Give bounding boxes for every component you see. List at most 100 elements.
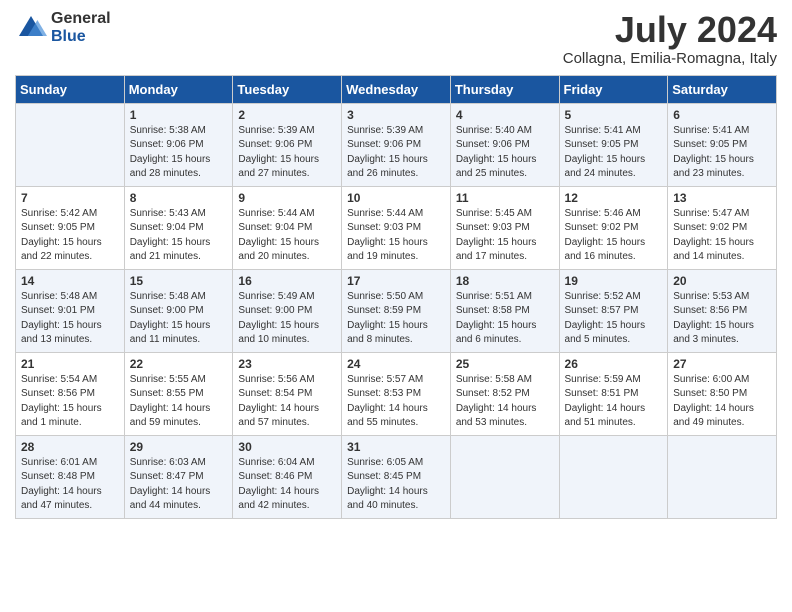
day-cell: 4Sunrise: 5:40 AM Sunset: 9:06 PM Daylig… [450, 103, 559, 186]
day-number: 29 [130, 440, 228, 454]
day-cell: 25 Sunrise: 5:58 AM Sunset: 8:52 PM Dayli… [450, 352, 559, 435]
col-wednesday: Wednesday [342, 75, 451, 103]
col-thursday: Thursday [450, 75, 559, 103]
day-number: 3 [347, 108, 445, 122]
day-cell: 7 Sunrise: 5:42 AM Sunset: 9:05 PM Daylig… [16, 186, 125, 269]
day-cell: 21Sunrise: 5:54 AM Sunset: 8:56 PM Dayli… [16, 352, 125, 435]
day-info: Sunrise: 6:00 AM Sunset: 8:50 PM Dayligh… [673, 373, 771, 431]
day-cell: 15 Sunrise: 5:48 AM Sunset: 9:00 PM Dayli… [124, 269, 233, 352]
day-number: 8 [130, 191, 228, 205]
col-friday: Friday [559, 75, 668, 103]
day-number: 5 [565, 108, 663, 122]
day-number: 16 [238, 274, 336, 288]
day-cell: 10 Sunrise: 5:44 AM Sunset: 9:03 PM Dayli… [342, 186, 451, 269]
day-cell: 28 Sunrise: 6:01 AM Sunset: 8:48 PM Dayli… [16, 435, 125, 518]
day-info: Sunrise: 5:59 AM Sunset: 8:51 PM Dayligh… [565, 373, 663, 431]
day-number: 6 [673, 108, 771, 122]
calendar-container: General Blue July 2024 Collagna, Emilia-… [0, 0, 792, 534]
day-info: Sunrise: 5:39 AM Sunset: 9:06 PM Dayligh… [347, 124, 445, 182]
day-info: Sunrise: 5:46 AM Sunset: 9:02 PM Dayligh… [565, 207, 663, 265]
week-row-1: 7 Sunrise: 5:42 AM Sunset: 9:05 PM Daylig… [16, 186, 777, 269]
day-number: 22 [130, 357, 228, 371]
day-number: 19 [565, 274, 663, 288]
day-cell: 2Sunrise: 5:39 AM Sunset: 9:06 PM Daylig… [233, 103, 342, 186]
day-info: Sunrise: 5:56 AM Sunset: 8:54 PM Dayligh… [238, 373, 336, 431]
day-number: 10 [347, 191, 445, 205]
day-info: Sunrise: 5:51 AM Sunset: 8:58 PM Dayligh… [456, 290, 554, 348]
header-row: Sunday Monday Tuesday Wednesday Thursday… [16, 75, 777, 103]
day-cell [559, 435, 668, 518]
day-number: 13 [673, 191, 771, 205]
day-info: Sunrise: 5:44 AM Sunset: 9:04 PM Dayligh… [238, 207, 336, 265]
day-number: 28 [21, 440, 119, 454]
day-info: Sunrise: 5:47 AM Sunset: 9:02 PM Dayligh… [673, 207, 771, 265]
day-number: 23 [238, 357, 336, 371]
day-info: Sunrise: 5:55 AM Sunset: 8:55 PM Dayligh… [130, 373, 228, 431]
day-cell [450, 435, 559, 518]
col-monday: Monday [124, 75, 233, 103]
day-number: 21 [21, 357, 119, 371]
day-number: 12 [565, 191, 663, 205]
day-cell: 29 Sunrise: 6:03 AM Sunset: 8:47 PM Dayli… [124, 435, 233, 518]
logo-text: General Blue [51, 10, 111, 45]
day-info: Sunrise: 5:48 AM Sunset: 9:00 PM Dayligh… [130, 290, 228, 348]
day-cell: 20Sunrise: 5:53 AM Sunset: 8:56 PM Dayli… [668, 269, 777, 352]
day-cell: 19Sunrise: 5:52 AM Sunset: 8:57 PM Dayli… [559, 269, 668, 352]
day-number: 27 [673, 357, 771, 371]
week-row-4: 28 Sunrise: 6:01 AM Sunset: 8:48 PM Dayli… [16, 435, 777, 518]
day-number: 30 [238, 440, 336, 454]
day-info: Sunrise: 5:57 AM Sunset: 8:53 PM Dayligh… [347, 373, 445, 431]
calendar-title: July 2024 [563, 10, 777, 50]
week-row-2: 14Sunrise: 5:48 AM Sunset: 9:01 PM Dayli… [16, 269, 777, 352]
day-cell: 23 Sunrise: 5:56 AM Sunset: 8:54 PM Dayli… [233, 352, 342, 435]
day-cell: 3 Sunrise: 5:39 AM Sunset: 9:06 PM Daylig… [342, 103, 451, 186]
title-block: July 2024 Collagna, Emilia-Romagna, Ital… [563, 10, 777, 67]
day-cell: 9 Sunrise: 5:44 AM Sunset: 9:04 PM Daylig… [233, 186, 342, 269]
day-cell: 11 Sunrise: 5:45 AM Sunset: 9:03 PM Dayli… [450, 186, 559, 269]
day-number: 18 [456, 274, 554, 288]
day-number: 14 [21, 274, 119, 288]
day-cell: 5 Sunrise: 5:41 AM Sunset: 9:05 PM Daylig… [559, 103, 668, 186]
day-number: 26 [565, 357, 663, 371]
calendar-subtitle: Collagna, Emilia-Romagna, Italy [563, 50, 777, 67]
day-info: Sunrise: 5:50 AM Sunset: 8:59 PM Dayligh… [347, 290, 445, 348]
day-number: 24 [347, 357, 445, 371]
day-cell: 18 Sunrise: 5:51 AM Sunset: 8:58 PM Dayli… [450, 269, 559, 352]
day-number: 1 [130, 108, 228, 122]
day-number: 9 [238, 191, 336, 205]
week-row-0: 1 Sunrise: 5:38 AM Sunset: 9:06 PM Daylig… [16, 103, 777, 186]
day-info: Sunrise: 5:43 AM Sunset: 9:04 PM Dayligh… [130, 207, 228, 265]
day-cell: 1 Sunrise: 5:38 AM Sunset: 9:06 PM Daylig… [124, 103, 233, 186]
day-info: Sunrise: 6:01 AM Sunset: 8:48 PM Dayligh… [21, 456, 119, 514]
day-info: Sunrise: 6:03 AM Sunset: 8:47 PM Dayligh… [130, 456, 228, 514]
day-info: Sunrise: 5:49 AM Sunset: 9:00 PM Dayligh… [238, 290, 336, 348]
day-info: Sunrise: 5:58 AM Sunset: 8:52 PM Dayligh… [456, 373, 554, 431]
day-number: 7 [21, 191, 119, 205]
day-cell: 12 Sunrise: 5:46 AM Sunset: 9:02 PM Dayli… [559, 186, 668, 269]
day-cell [668, 435, 777, 518]
day-info: Sunrise: 5:44 AM Sunset: 9:03 PM Dayligh… [347, 207, 445, 265]
col-saturday: Saturday [668, 75, 777, 103]
day-number: 15 [130, 274, 228, 288]
day-info: Sunrise: 5:42 AM Sunset: 9:05 PM Dayligh… [21, 207, 119, 265]
day-cell: 13 Sunrise: 5:47 AM Sunset: 9:02 PM Dayli… [668, 186, 777, 269]
day-info: Sunrise: 5:39 AM Sunset: 9:06 PM Dayligh… [238, 124, 336, 182]
day-cell: 16 Sunrise: 5:49 AM Sunset: 9:00 PM Dayli… [233, 269, 342, 352]
day-info: Sunrise: 5:45 AM Sunset: 9:03 PM Dayligh… [456, 207, 554, 265]
day-number: 25 [456, 357, 554, 371]
col-sunday: Sunday [16, 75, 125, 103]
day-info: Sunrise: 6:04 AM Sunset: 8:46 PM Dayligh… [238, 456, 336, 514]
logo-general: General [51, 10, 111, 28]
day-number: 11 [456, 191, 554, 205]
day-cell: 30 Sunrise: 6:04 AM Sunset: 8:46 PM Dayli… [233, 435, 342, 518]
day-cell: 27 Sunrise: 6:00 AM Sunset: 8:50 PM Dayli… [668, 352, 777, 435]
day-info: Sunrise: 5:38 AM Sunset: 9:06 PM Dayligh… [130, 124, 228, 182]
day-number: 20 [673, 274, 771, 288]
day-cell: 6Sunrise: 5:41 AM Sunset: 9:05 PM Daylig… [668, 103, 777, 186]
logo: General Blue [15, 10, 111, 45]
week-row-3: 21Sunrise: 5:54 AM Sunset: 8:56 PM Dayli… [16, 352, 777, 435]
day-info: Sunrise: 6:05 AM Sunset: 8:45 PM Dayligh… [347, 456, 445, 514]
day-info: Sunrise: 5:41 AM Sunset: 9:05 PM Dayligh… [565, 124, 663, 182]
day-cell: 14Sunrise: 5:48 AM Sunset: 9:01 PM Dayli… [16, 269, 125, 352]
day-cell [16, 103, 125, 186]
